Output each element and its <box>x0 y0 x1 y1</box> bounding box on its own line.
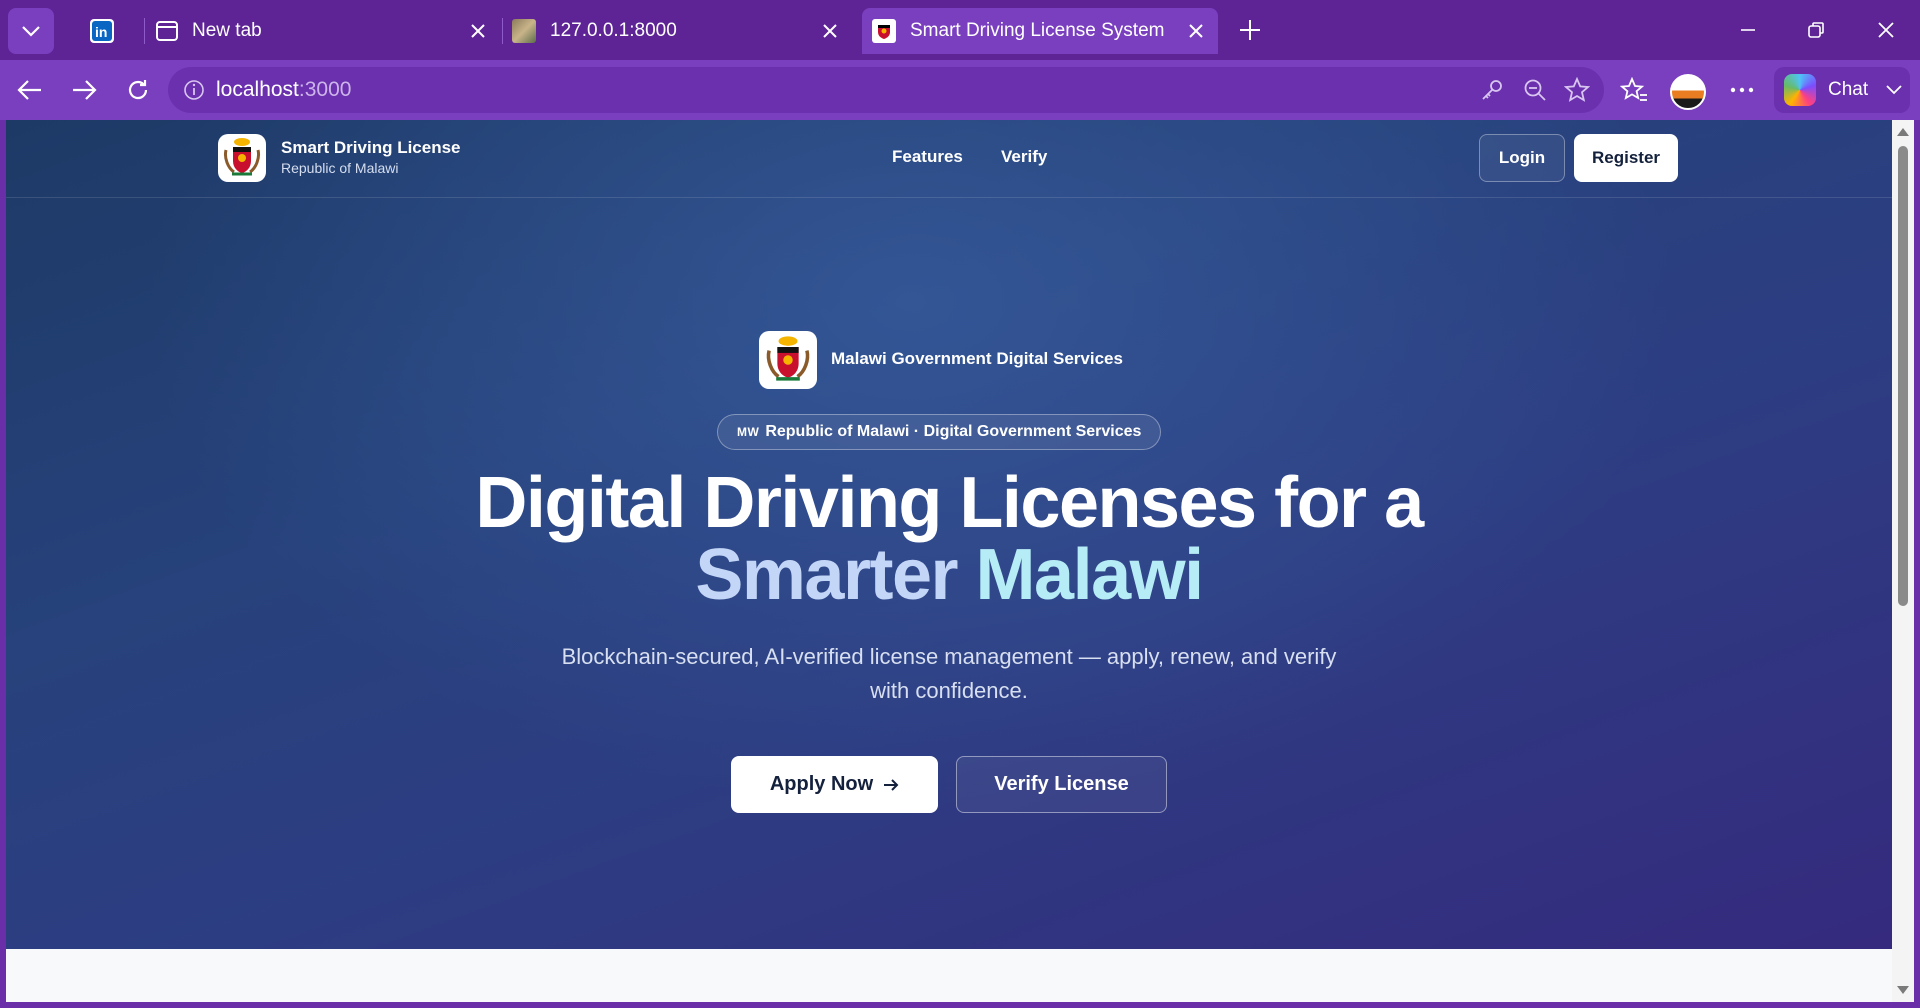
close-tab-icon[interactable] <box>1184 19 1208 43</box>
headline-highlight-smarter: Smarter <box>695 535 958 615</box>
favorite-star-icon[interactable] <box>1563 76 1591 104</box>
minimize-button[interactable] <box>1718 10 1778 50</box>
back-button[interactable] <box>10 70 50 110</box>
zoom-out-icon[interactable] <box>1521 76 1549 104</box>
hero-description: Blockchain-secured, AI-verified license … <box>561 644 1337 703</box>
nav-link-verify[interactable]: Verify <box>1001 147 1047 167</box>
tab-separator <box>502 18 503 44</box>
profile-avatar[interactable] <box>1670 74 1706 110</box>
site-favicon <box>512 19 536 43</box>
scroll-up-arrow-icon[interactable] <box>1897 128 1909 136</box>
chat-label: Chat <box>1828 79 1869 100</box>
tab-smart-driving-license[interactable]: Smart Driving License System <box>862 8 1218 54</box>
address-bar[interactable]: localhost:3000 <box>168 67 1604 113</box>
reload-icon <box>128 80 148 100</box>
tab-title: New tab <box>192 20 262 41</box>
hero-headline-line2: Smarter Malawi <box>6 538 1892 612</box>
tab-actions-menu-button[interactable] <box>8 8 54 54</box>
headline-highlight-malawi: Malawi <box>975 535 1205 615</box>
login-button[interactable]: Login <box>1479 134 1565 182</box>
page-scrollbar[interactable] <box>1892 120 1914 1002</box>
site-header: Smart Driving License Republic of Malawi… <box>6 120 1892 198</box>
restore-button[interactable] <box>1786 10 1846 50</box>
apply-now-label: Apply Now <box>769 773 874 795</box>
brand-subtitle: Republic of Malawi <box>281 160 399 176</box>
copilot-chat-button[interactable]: Chat <box>1774 67 1910 113</box>
register-button[interactable]: Register <box>1574 134 1678 182</box>
scroll-down-arrow-icon[interactable] <box>1897 986 1909 994</box>
more-horizontal-icon <box>1730 87 1754 93</box>
government-services-label: Malawi Government Digital Services <box>831 349 1123 368</box>
more-menu-button[interactable] <box>1724 72 1760 108</box>
chevron-down-icon <box>1886 85 1902 95</box>
plus-icon <box>1240 20 1260 40</box>
brand-title: Smart Driving License <box>281 138 461 157</box>
reload-button[interactable] <box>118 70 158 110</box>
tab-title: Smart Driving License System <box>910 20 1165 41</box>
close-tab-icon[interactable] <box>818 19 842 43</box>
page-viewport: Smart Driving License Republic of Malawi… <box>6 120 1892 1002</box>
arrow-right-icon <box>73 80 97 100</box>
tab-strip: in New tab 127.0.0.1:8000 Smart Driving … <box>0 0 1920 60</box>
close-window-button[interactable] <box>1856 10 1916 50</box>
tab-title: 127.0.0.1:8000 <box>550 20 677 41</box>
arrow-right-icon <box>884 778 899 791</box>
hero-headline-line1: Digital Driving Licenses for a <box>475 463 1424 543</box>
close-icon <box>1878 22 1894 38</box>
country-badge: MW Republic of Malawi · Digital Governme… <box>717 414 1162 450</box>
coat-of-arms-logo[interactable] <box>218 134 266 182</box>
tab-localhost-8000[interactable]: 127.0.0.1:8000 <box>508 8 852 54</box>
arrow-left-icon <box>17 80 41 100</box>
forward-button[interactable] <box>64 70 104 110</box>
copilot-icon <box>1784 74 1816 106</box>
minimize-icon <box>1741 29 1755 31</box>
site-info-icon[interactable] <box>180 76 208 104</box>
apply-now-button[interactable]: Apply Now <box>731 756 938 813</box>
government-emblem <box>759 331 817 389</box>
coat-of-arms-icon <box>224 138 260 176</box>
verify-license-button[interactable]: Verify License <box>956 756 1167 813</box>
hero-section: Smart Driving License Republic of Malawi… <box>6 120 1892 949</box>
scrollbar-thumb[interactable] <box>1898 146 1908 606</box>
address-url: localhost:3000 <box>216 78 351 102</box>
favorites-button[interactable] <box>1616 72 1652 108</box>
chevron-down-icon <box>22 26 40 37</box>
badge-text: Republic of Malawi · Digital Government … <box>765 423 1142 440</box>
coat-of-arms-icon <box>766 336 810 381</box>
new-tab-icon <box>156 21 178 41</box>
nav-link-features[interactable]: Features <box>892 147 963 167</box>
url-host: localhost <box>216 78 299 101</box>
tab-linkedin[interactable]: in <box>76 8 140 54</box>
tab-separator <box>144 18 145 44</box>
close-tab-icon[interactable] <box>466 19 490 43</box>
tab-new-tab[interactable]: New tab <box>150 8 500 54</box>
linkedin-icon: in <box>90 19 114 43</box>
key-icon[interactable] <box>1478 76 1506 104</box>
restore-icon <box>1808 22 1824 38</box>
favorites-icon <box>1620 77 1647 101</box>
flag-code: MW <box>737 425 760 439</box>
malawi-coat-of-arms-icon <box>872 19 896 43</box>
svg-text:in: in <box>95 24 107 40</box>
url-port: :3000 <box>298 78 352 101</box>
browser-toolbar: localhost:3000 Chat <box>0 60 1920 120</box>
new-tab-button[interactable] <box>1232 12 1268 48</box>
